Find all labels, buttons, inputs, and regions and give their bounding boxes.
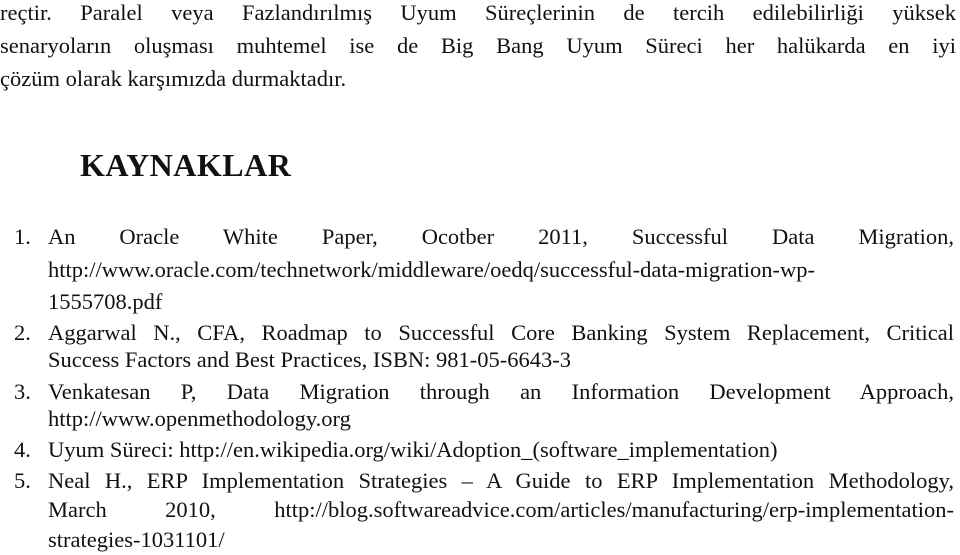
reference-link[interactable]: http://www.openmethodology.org [48, 406, 954, 432]
intro-line-text: çözüm olarak karşımızda durmaktadır. [0, 66, 347, 91]
intro-line-text: senaryoların oluşması muhtemel ise de Bi… [0, 33, 956, 58]
reference-number: 1. [14, 224, 31, 249]
reference-text: Neal H., ERP Implementation Strategies –… [48, 468, 954, 493]
intro-line-text: reçtir. Paralel veya Fazlandırılmış Uyum… [0, 0, 956, 25]
reference-number: 4. [14, 437, 31, 462]
reference-text: Uyum Süreci: http://en.wikipedia.org/wik… [48, 437, 778, 462]
reference-number: 2. [14, 320, 31, 345]
reference-number: 5. [14, 468, 31, 493]
reference-number: 3. [14, 379, 31, 404]
reference-text: Aggarwal N., CFA, Roadmap to Successful … [48, 320, 954, 345]
reference-text: An Oracle White Paper, Ocotber 2011, Suc… [48, 224, 954, 249]
reference-link[interactable]: March 2010, http://blog.softwareadvice.c… [48, 497, 954, 523]
reference-link-continuation[interactable]: 1555708.pdf [48, 289, 954, 315]
reference-text: Success Factors and Best Practices, ISBN… [48, 347, 572, 372]
references-heading: KAYNAKLAR [80, 147, 292, 183]
reference-link[interactable]: http://www.oracle.com/technetwork/middle… [48, 257, 954, 283]
reference-link-continuation[interactable]: strategies-1031101/ [48, 527, 954, 553]
reference-text: Venkatesan P, Data Migration through an … [48, 379, 954, 404]
